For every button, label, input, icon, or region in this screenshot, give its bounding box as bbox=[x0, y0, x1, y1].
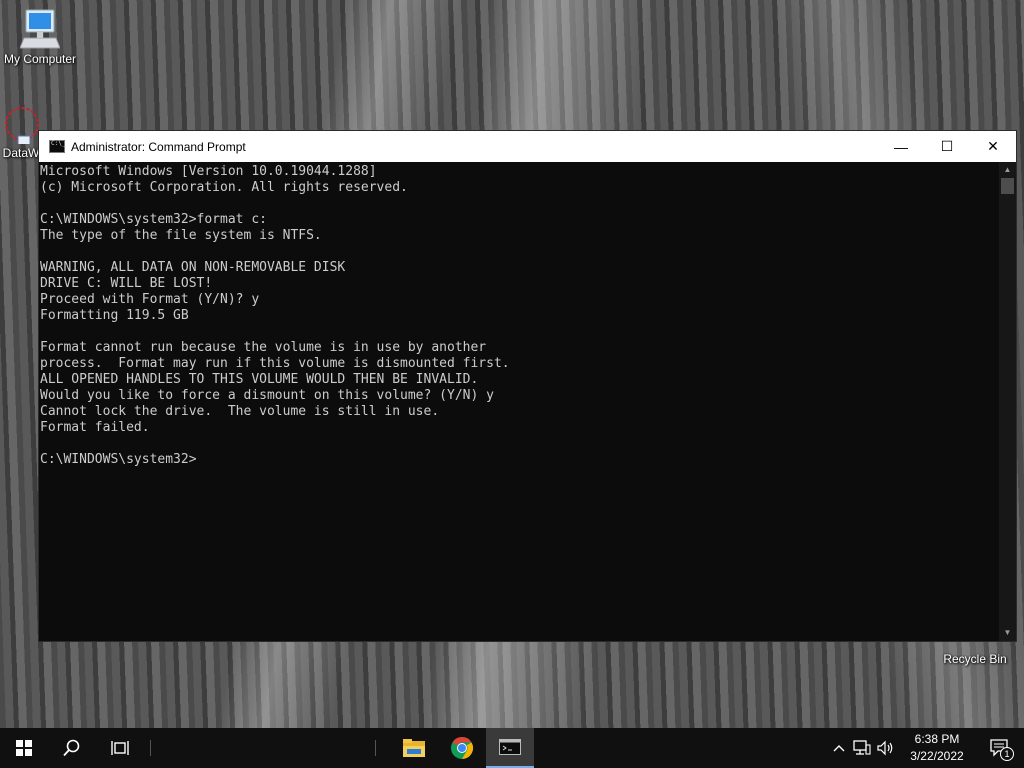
scroll-up-button[interactable]: ▲ bbox=[999, 162, 1016, 178]
taskbar-command-prompt[interactable] bbox=[486, 728, 534, 768]
taskbar: 6:38 PM 3/22/2022 1 bbox=[0, 728, 1024, 768]
network-icon bbox=[853, 740, 871, 755]
maximize-button[interactable]: ☐ bbox=[924, 131, 970, 162]
notification-badge: 1 bbox=[1000, 747, 1014, 761]
clock-date: 3/22/2022 bbox=[910, 749, 964, 763]
scroll-thumb[interactable] bbox=[1001, 178, 1014, 194]
action-center-button[interactable]: 1 bbox=[976, 728, 1024, 768]
desktop-icon-label: DataW bbox=[2, 146, 40, 160]
task-view-button[interactable] bbox=[96, 728, 144, 768]
command-prompt-window[interactable]: Administrator: Command Prompt — ☐ ✕ Micr… bbox=[38, 130, 1017, 642]
task-view-icon bbox=[111, 741, 129, 755]
vertical-scrollbar[interactable]: ▲ ▼ bbox=[999, 162, 1016, 641]
desktop-icon-label: My Computer bbox=[3, 52, 77, 66]
command-prompt-icon bbox=[49, 140, 65, 153]
clock[interactable]: 6:38 PM 3/22/2022 bbox=[898, 731, 976, 765]
desktop-icon-dataw[interactable]: DataW bbox=[0, 106, 40, 160]
computer-icon bbox=[20, 9, 60, 49]
chevron-up-icon bbox=[833, 745, 845, 752]
network-button[interactable] bbox=[850, 728, 874, 768]
scroll-down-button[interactable]: ▼ bbox=[999, 625, 1016, 641]
taskbar-file-explorer[interactable] bbox=[390, 728, 438, 768]
desktop-icon-label: Recycle Bin bbox=[943, 652, 1007, 666]
minimize-button[interactable]: — bbox=[878, 131, 924, 162]
window-title: Administrator: Command Prompt bbox=[71, 139, 246, 154]
volume-button[interactable] bbox=[874, 728, 898, 768]
console-output[interactable]: Microsoft Windows [Version 10.0.19044.12… bbox=[39, 162, 1001, 641]
taskbar-chrome[interactable] bbox=[438, 728, 486, 768]
dataw-icon bbox=[5, 107, 39, 144]
taskbar-divider bbox=[375, 740, 376, 756]
search-button[interactable] bbox=[48, 728, 96, 768]
windows-logo-icon bbox=[16, 740, 32, 756]
title-bar[interactable]: Administrator: Command Prompt — ☐ ✕ bbox=[39, 131, 1016, 162]
desktop-icon-recycle-bin[interactable]: Recycle Bin bbox=[935, 652, 1015, 666]
desktop-icon-my-computer[interactable]: My Computer bbox=[0, 8, 80, 66]
taskbar-divider bbox=[150, 740, 151, 756]
command-prompt-icon bbox=[499, 739, 521, 755]
search-icon bbox=[63, 739, 80, 757]
chrome-icon bbox=[451, 737, 474, 759]
start-button[interactable] bbox=[0, 728, 48, 768]
speaker-icon bbox=[877, 740, 893, 756]
clock-time: 6:38 PM bbox=[914, 732, 960, 746]
file-explorer-icon bbox=[403, 739, 425, 757]
close-button[interactable]: ✕ bbox=[970, 131, 1016, 162]
show-hidden-icons-button[interactable] bbox=[828, 728, 850, 768]
system-tray: 6:38 PM 3/22/2022 1 bbox=[828, 728, 1024, 768]
